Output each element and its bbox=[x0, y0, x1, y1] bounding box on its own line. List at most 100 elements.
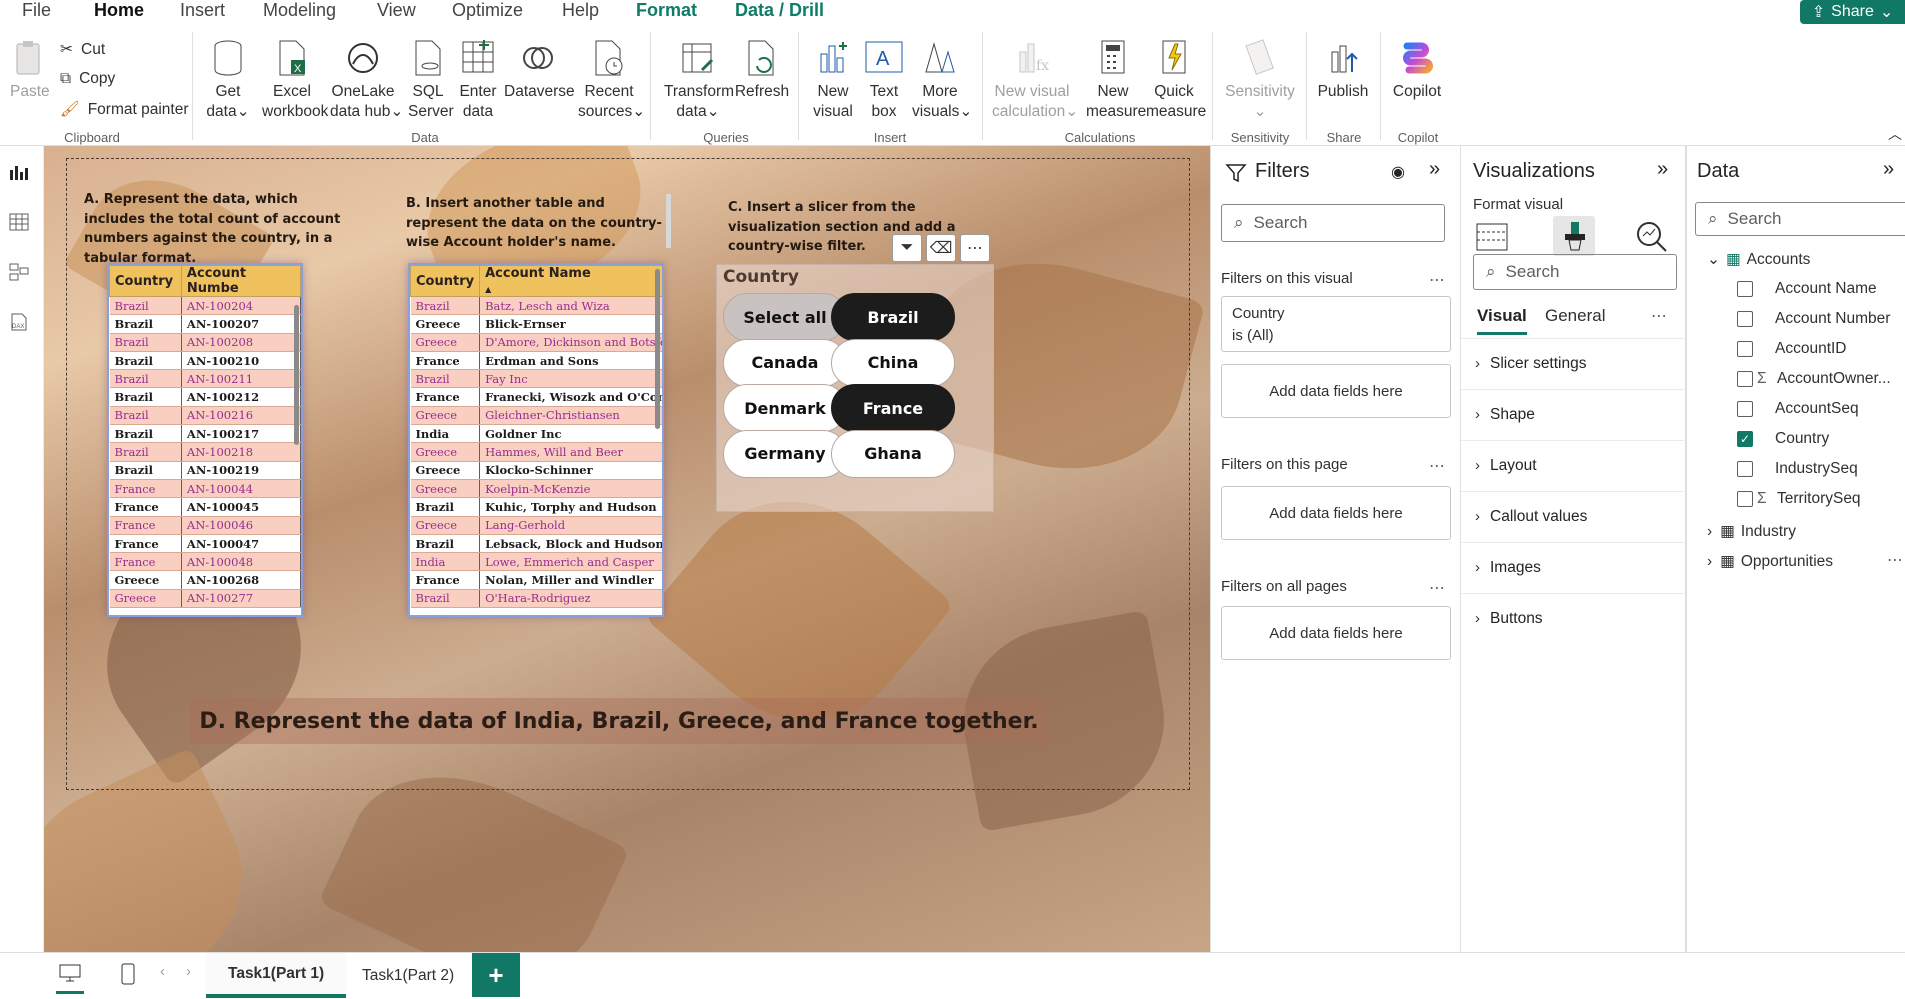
table-row[interactable]: Brazil Batz, Lesch and Wiza bbox=[410, 296, 662, 316]
field-accountowner-[interactable]: Σ AccountOwner... bbox=[1737, 370, 1891, 388]
menu-help[interactable]: Help bbox=[562, 0, 599, 20]
table-row[interactable]: India Goldner Inc bbox=[410, 424, 662, 444]
field-checkbox[interactable] bbox=[1737, 461, 1753, 477]
field-checkbox[interactable]: ✓ bbox=[1737, 431, 1753, 447]
table-row[interactable]: France Erdman and Sons bbox=[410, 351, 662, 371]
slicer-option-china[interactable]: China bbox=[831, 338, 955, 387]
new-visual-calculation-button[interactable]: fx New visual calculation⌄ bbox=[992, 38, 1078, 122]
section-layout[interactable]: › Layout bbox=[1461, 440, 1687, 490]
field-checkbox[interactable] bbox=[1737, 281, 1753, 297]
slicer-option-ghana[interactable]: Ghana bbox=[831, 429, 955, 478]
copilot-button[interactable]: Copilot bbox=[1388, 38, 1446, 102]
table-row[interactable]: France AN-100045 bbox=[109, 497, 301, 517]
menu-home[interactable]: Home bbox=[94, 0, 145, 29]
table-row[interactable]: Greece Koelpin-McKenzie bbox=[410, 479, 662, 499]
table-row[interactable]: FranceFranecki, Wisozk and O'Connell bbox=[410, 387, 662, 407]
table-row[interactable]: Brazil AN-100211 bbox=[109, 369, 301, 389]
menu-file[interactable]: File bbox=[22, 0, 51, 20]
copy-button[interactable]: ⧉ Copy bbox=[60, 70, 115, 88]
eye-icon[interactable]: ◉ bbox=[1391, 162, 1405, 182]
slicer-option-denmark[interactable]: Denmark bbox=[723, 384, 847, 432]
section-buttons[interactable]: › Buttons bbox=[1461, 593, 1687, 643]
table-accounts[interactable]: ⌄ ▦ Accounts bbox=[1707, 250, 1810, 269]
slicer-option-france[interactable]: France bbox=[831, 384, 955, 432]
chevron-left-icon[interactable]: ‹ bbox=[160, 963, 165, 980]
table-b-scrollbar[interactable] bbox=[655, 269, 660, 429]
excel-workbook-button[interactable]: X Excel workbook bbox=[262, 38, 328, 122]
slicer-option-brazil[interactable]: Brazil bbox=[831, 293, 955, 341]
add-page-button[interactable]: + bbox=[472, 953, 520, 997]
add-data-fields-page[interactable]: Add data fields here bbox=[1221, 486, 1451, 540]
data-search-input[interactable]: ⌕ Search bbox=[1695, 202, 1905, 236]
table-row[interactable]: India Lowe, Emmerich and Casper bbox=[410, 552, 662, 572]
slicer-option-germany[interactable]: Germany bbox=[723, 429, 847, 478]
table-row[interactable]: France AN-100046 bbox=[109, 516, 301, 535]
transform-data-button[interactable]: Transform data⌄ bbox=[664, 38, 734, 122]
chevron-right-icon[interactable]: › bbox=[186, 963, 191, 980]
table-row[interactable]: France AN-100047 bbox=[109, 534, 301, 554]
menu-format[interactable]: Format bbox=[636, 0, 697, 20]
model-view-icon[interactable] bbox=[8, 262, 30, 282]
table-row[interactable]: Brazil AN-100204 bbox=[109, 296, 301, 316]
table-row[interactable]: Brazil AN-100218 bbox=[109, 442, 301, 462]
table-row[interactable]: Brazil AN-100219 bbox=[109, 461, 301, 480]
field-checkbox[interactable] bbox=[1737, 491, 1753, 507]
dataverse-button[interactable]: Dataverse bbox=[504, 38, 575, 102]
table-row[interactable]: Brazil AN-100217 bbox=[109, 424, 301, 444]
table-industry[interactable]: › ▦ Industry bbox=[1707, 522, 1796, 541]
new-measure-button[interactable]: New measure bbox=[1086, 38, 1146, 122]
publish-button[interactable]: Publish bbox=[1316, 38, 1370, 102]
column-header-country[interactable]: Country bbox=[410, 265, 481, 297]
page-tab-task1-part1[interactable]: Task1(Part 1) bbox=[206, 953, 347, 998]
eraser-icon[interactable]: ⌫ bbox=[926, 234, 956, 262]
collapse-filters-icon[interactable]: » bbox=[1429, 158, 1440, 181]
menu-insert[interactable]: Insert bbox=[180, 0, 225, 20]
more-options-icon[interactable]: ⋯ bbox=[960, 234, 990, 262]
more-options-icon[interactable]: ⋯ bbox=[1651, 306, 1668, 326]
format-painter-button[interactable]: 🖌 Format painter bbox=[60, 100, 188, 119]
sql-server-button[interactable]: SQL Server bbox=[408, 38, 454, 122]
section-shape[interactable]: › Shape bbox=[1461, 389, 1687, 439]
enter-data-button[interactable]: Enter data bbox=[458, 38, 498, 122]
report-view-icon[interactable] bbox=[8, 162, 30, 182]
table-row[interactable]: Brazil O'Hara-Rodriguez bbox=[410, 589, 662, 609]
table-a-scrollbar[interactable] bbox=[294, 305, 299, 445]
table-row[interactable]: Greece Lang-Gerhold bbox=[410, 516, 662, 535]
field-territoryseq[interactable]: Σ TerritorySeq bbox=[1737, 490, 1861, 508]
country-filter-card[interactable]: Country is (All) bbox=[1221, 296, 1451, 352]
table-row[interactable]: Greece AN-100277 bbox=[109, 589, 301, 609]
table-row[interactable]: Brazil AN-100207 bbox=[109, 314, 301, 334]
collapse-data-icon[interactable]: » bbox=[1883, 158, 1894, 181]
slicer-option-canada[interactable]: Canada bbox=[723, 338, 847, 387]
get-data-button[interactable]: Get data⌄ bbox=[204, 38, 252, 122]
field-industryseq[interactable]: IndustrySeq bbox=[1737, 460, 1858, 478]
tab-general[interactable]: General bbox=[1545, 306, 1605, 326]
mobile-layout-icon[interactable] bbox=[120, 963, 136, 989]
add-data-fields-visual[interactable]: Add data fields here bbox=[1221, 364, 1451, 418]
table-visual-a[interactable]: Country Account Numbe Brazil AN-100204 Bra… bbox=[107, 263, 303, 617]
field-checkbox[interactable] bbox=[1737, 341, 1753, 357]
report-canvas[interactable]: A. Represent the data, which includes th… bbox=[44, 146, 1210, 952]
field-accountid[interactable]: AccountID bbox=[1737, 340, 1847, 358]
field-checkbox[interactable] bbox=[1737, 371, 1753, 387]
field-accountseq[interactable]: AccountSeq bbox=[1737, 400, 1859, 418]
format-visual-icon[interactable] bbox=[1553, 216, 1595, 256]
resize-handle[interactable] bbox=[666, 194, 671, 248]
table-view-icon[interactable] bbox=[8, 212, 30, 232]
refresh-button[interactable]: Refresh bbox=[734, 38, 790, 102]
slicer-option-select-all[interactable]: Select all bbox=[723, 293, 847, 341]
table-row[interactable]: Greece D'Amore, Dickinson and Botsfo bbox=[410, 333, 662, 352]
tab-visual[interactable]: Visual bbox=[1477, 306, 1527, 335]
column-header-account-number[interactable]: Account Numbe bbox=[180, 265, 301, 297]
table-row[interactable]: Brazil AN-100210 bbox=[109, 351, 301, 371]
menu-optimize[interactable]: Optimize bbox=[452, 0, 523, 20]
table-row[interactable]: Greece Blick-Ernser bbox=[410, 314, 662, 334]
onelake-data-hub-button[interactable]: OneLake data hub⌄ bbox=[330, 38, 403, 122]
table-row[interactable]: Brazil Kuhic, Torphy and Hudson bbox=[410, 497, 662, 517]
cut-button[interactable]: ✂ Cut bbox=[60, 40, 105, 59]
sensitivity-button[interactable]: Sensitivity ⌄ bbox=[1222, 38, 1298, 122]
country-slicer[interactable]: Country Select all Brazil Canada China Denma… bbox=[716, 264, 994, 512]
page-tab-task1-part2[interactable]: Task1(Part 2) bbox=[340, 953, 476, 998]
share-button[interactable]: ⇪ Share ⌄ bbox=[1800, 0, 1905, 24]
recent-sources-button[interactable]: Recent sources⌄ bbox=[578, 38, 645, 122]
